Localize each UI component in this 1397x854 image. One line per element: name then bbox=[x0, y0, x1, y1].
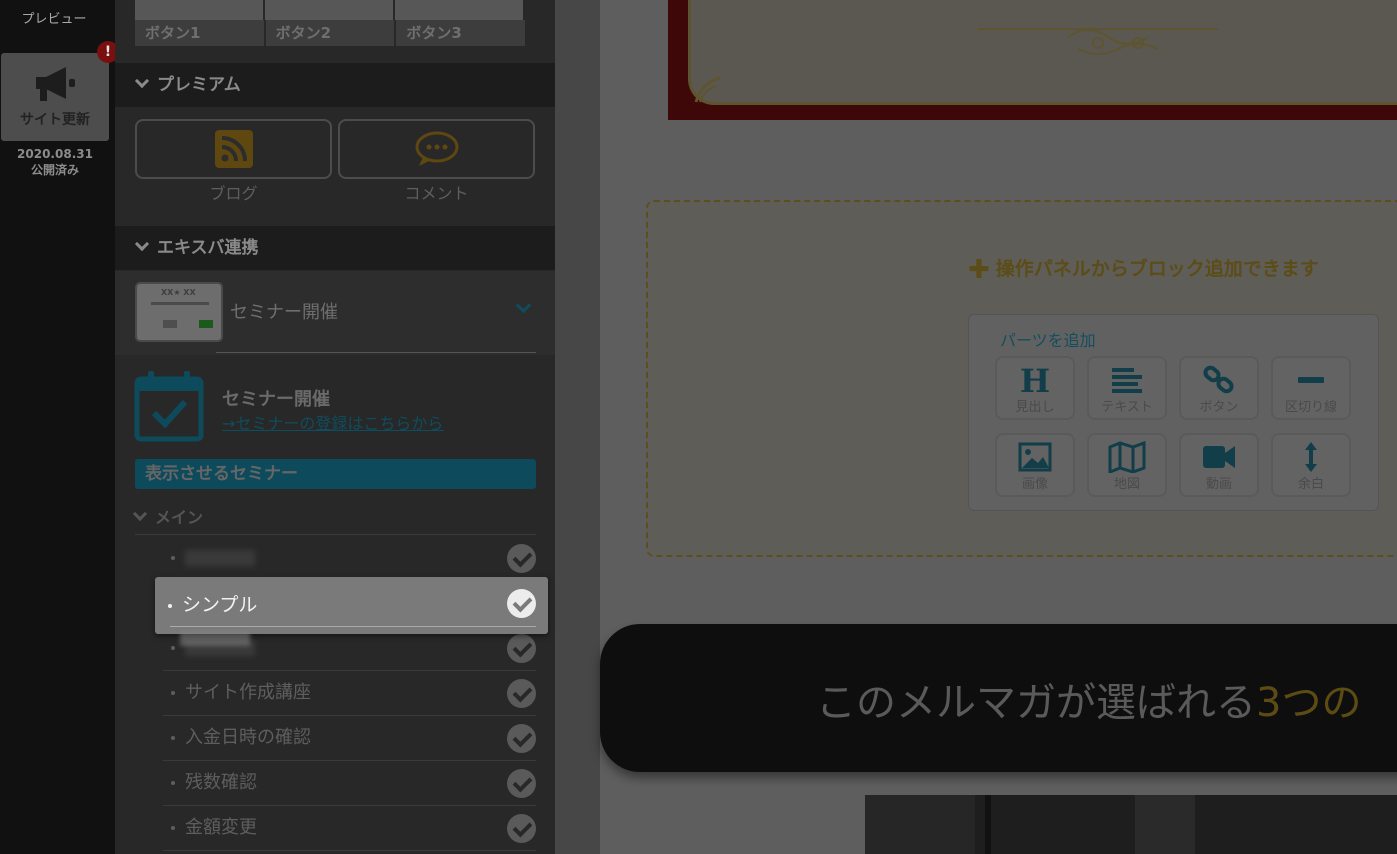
add-parts-box: パーツを追加 H 見出し テキスト ボタン 区切り線 画像 地図 動画 余白 bbox=[968, 314, 1379, 511]
button-3-label[interactable]: ボタン3 bbox=[396, 20, 526, 46]
main-group-toggle[interactable]: メイン bbox=[132, 504, 204, 528]
add-text-label: テキスト bbox=[1101, 400, 1153, 415]
divider-icon bbox=[1298, 377, 1324, 383]
headline-banner: このメルマガが選ばれる3つの bbox=[600, 624, 1397, 772]
button-2-label[interactable]: ボタン2 bbox=[265, 20, 397, 46]
add-button-button[interactable]: ボタン bbox=[1179, 356, 1259, 420]
rss-icon bbox=[214, 130, 253, 168]
show-seminar-bar: 表示させるセミナー bbox=[135, 459, 536, 489]
calendar-check-icon bbox=[134, 371, 204, 442]
comment-icon bbox=[415, 131, 458, 166]
chevron-down-icon bbox=[132, 506, 148, 522]
add-divider-label: 区切り線 bbox=[1284, 400, 1337, 415]
seminar-thumbnail: XX★ XX bbox=[135, 282, 223, 342]
left-rail: プレビュー サイト更新 ! 2020.08.31 公開済み bbox=[0, 0, 119, 854]
site-update-label: サイト更新 bbox=[20, 112, 90, 128]
xserver-title: エキスバ連携 bbox=[157, 238, 259, 258]
button-preview-row[interactable]: ボタン1 ボタン2 ボタン3 bbox=[135, 0, 526, 46]
seminar-list-item[interactable]: サイト作成講座 bbox=[163, 671, 536, 716]
plus-icon: ✚ bbox=[968, 255, 990, 285]
seminar-block-name: セミナー開催 bbox=[230, 302, 338, 323]
add-text-button[interactable]: テキスト bbox=[1087, 356, 1167, 420]
svg-text:H: H bbox=[1020, 364, 1050, 396]
add-image-button[interactable]: 画像 bbox=[995, 433, 1075, 497]
link-icon bbox=[1203, 365, 1234, 394]
check-icon[interactable] bbox=[507, 544, 536, 573]
ornament-corner-icon bbox=[694, 76, 721, 103]
megaphone-icon bbox=[36, 67, 75, 101]
add-spacing-label: 余白 bbox=[1297, 477, 1324, 492]
spacing-icon bbox=[1305, 442, 1317, 472]
seminar-item-label: 金額変更 bbox=[185, 817, 257, 838]
seminar-list-item[interactable]: 残数確認 bbox=[163, 761, 536, 806]
seminar-list-item[interactable] bbox=[163, 536, 536, 581]
operation-panel: ボタン1 ボタン2 ボタン3 プレミアム ブログ コメント エキスバ連携 XX★… bbox=[115, 0, 555, 854]
selected-seminar-label: シンプル bbox=[182, 594, 258, 616]
map-icon bbox=[1108, 441, 1146, 473]
seminar-thumbnail-title: XX★ XX bbox=[161, 288, 196, 297]
seminar-item-label: サイト作成講座 bbox=[185, 682, 311, 703]
add-divider-button[interactable]: 区切り線 bbox=[1271, 356, 1351, 420]
add-heading-label: 見出し bbox=[1015, 400, 1055, 415]
publish-state: 公開済み bbox=[30, 163, 79, 177]
seminar-item-label: 残数確認 bbox=[185, 772, 257, 793]
add-heading-button[interactable]: H 見出し bbox=[995, 356, 1075, 420]
ornament-icon bbox=[978, 28, 1218, 55]
seminar-list-item[interactable]: 入金日時の確認 bbox=[163, 716, 536, 761]
publish-date: 2020.08.31 bbox=[17, 147, 93, 161]
add-video-label: 動画 bbox=[1205, 477, 1232, 492]
check-icon[interactable] bbox=[507, 724, 536, 753]
chevron-down-icon bbox=[134, 236, 150, 252]
blog-label: ブログ bbox=[209, 184, 258, 203]
chevron-down-icon bbox=[134, 73, 150, 89]
blurred-label bbox=[185, 550, 255, 566]
image-icon bbox=[1018, 442, 1052, 472]
drop-zone-message: ✚ 操作パネルからブロック追加できます bbox=[968, 254, 1319, 285]
seminar-title: セミナー開催 bbox=[222, 389, 330, 410]
comment-button[interactable] bbox=[338, 119, 535, 179]
seminar-register-link[interactable]: →セミナーの登録はこちらから bbox=[222, 410, 443, 434]
headline-prefix: このメルマガが選ばれる bbox=[816, 680, 1256, 726]
check-icon[interactable] bbox=[507, 634, 536, 663]
check-icon[interactable] bbox=[507, 769, 536, 798]
text-icon bbox=[1112, 368, 1142, 393]
header-image bbox=[668, 0, 1397, 120]
button-1-label[interactable]: ボタン1 bbox=[135, 20, 266, 46]
video-icon bbox=[1203, 446, 1235, 468]
add-map-button[interactable]: 地図 bbox=[1087, 433, 1167, 497]
check-icon[interactable] bbox=[507, 589, 536, 618]
headline-number: 3 bbox=[1256, 680, 1282, 726]
site-update-button[interactable]: サイト更新 bbox=[1, 53, 109, 141]
content-photo bbox=[865, 795, 1397, 854]
check-icon[interactable] bbox=[507, 679, 536, 708]
add-parts-title: パーツを追加 bbox=[1000, 331, 1096, 350]
add-button-label: ボタン bbox=[1199, 400, 1239, 415]
heading-icon: H bbox=[1020, 364, 1050, 396]
publish-status: 2020.08.31 公開済み bbox=[0, 146, 110, 178]
comment-label: コメント bbox=[404, 184, 469, 203]
seminar-list-item[interactable]: 金額変更 bbox=[163, 806, 536, 851]
selected-seminar-item[interactable]: シンプル bbox=[155, 577, 548, 634]
add-video-button[interactable]: 動画 bbox=[1179, 433, 1259, 497]
add-spacing-button[interactable]: 余白 bbox=[1271, 433, 1351, 497]
seminar-item-label: 入金日時の確認 bbox=[185, 727, 311, 748]
headline-text: このメルマガが選ばれる3つの bbox=[816, 670, 1361, 728]
premium-title: プレミアム bbox=[157, 75, 241, 95]
xserver-section-header[interactable]: エキスバ連携 bbox=[115, 226, 555, 270]
add-map-label: 地図 bbox=[1113, 477, 1140, 492]
drop-zone-message-text: 操作パネルからブロック追加できます bbox=[995, 258, 1319, 280]
page-canvas: ✚ 操作パネルからブロック追加できます パーツを追加 H 見出し テキスト ボタン… bbox=[600, 0, 1397, 854]
add-image-label: 画像 bbox=[1021, 477, 1048, 492]
blog-button[interactable] bbox=[135, 119, 332, 179]
check-icon[interactable] bbox=[507, 814, 536, 843]
headline-suffix: つの bbox=[1281, 680, 1362, 726]
preview-button[interactable]: プレビュー bbox=[0, 8, 108, 27]
premium-section-header[interactable]: プレミアム bbox=[115, 63, 555, 107]
main-group-label: メイン bbox=[155, 508, 204, 527]
